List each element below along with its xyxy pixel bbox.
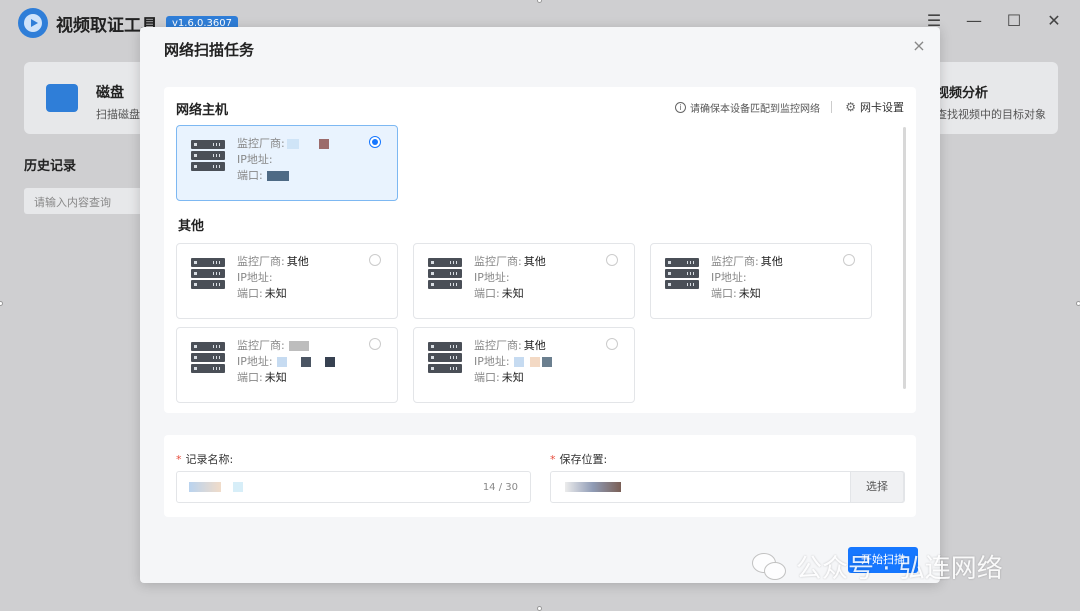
host-card[interactable]: 监控厂商: IP地址: 端口: xyxy=(176,125,398,201)
disk-card-subtitle: 扫描磁盘 xyxy=(96,108,140,121)
close-window-icon[interactable]: ✕ xyxy=(1046,11,1062,30)
watermark-text: 公众号 · 弘连网络 xyxy=(796,554,1003,584)
dialog-title: 网络扫描任务 xyxy=(164,41,255,59)
server-icon xyxy=(191,342,225,374)
server-icon xyxy=(428,258,462,290)
video-analysis-subtitle: 查找视频中的目标对象 xyxy=(936,108,1046,121)
info-icon: i xyxy=(675,102,686,113)
vendor-label: 监控厂商: xyxy=(237,339,285,352)
host-card-radio[interactable] xyxy=(369,136,381,148)
port-label: 端口: xyxy=(237,169,263,182)
ip-label: IP地址: xyxy=(237,153,273,166)
gear-icon: ⚙ xyxy=(845,100,856,114)
history-title: 历史记录 xyxy=(24,159,77,174)
port-label: 端口: xyxy=(237,287,263,300)
close-icon[interactable]: × xyxy=(910,37,928,55)
port-value: 未知 xyxy=(738,287,761,300)
other-section-title: 其他 xyxy=(178,219,205,234)
server-icon xyxy=(191,140,225,172)
port-label: 端口: xyxy=(474,287,500,300)
port-value: 未知 xyxy=(501,287,524,300)
vendor-label: 监控厂商: xyxy=(711,255,759,268)
video-analysis-title: 视频分析 xyxy=(936,86,989,101)
vendor-value: 其他 xyxy=(523,339,546,352)
save-location-input[interactable]: 选择 xyxy=(550,471,905,503)
device-card[interactable]: 监控厂商: 其他 IP地址: 端口: 未知 xyxy=(650,243,872,319)
network-scan-dialog: 网络扫描任务 × 网络主机 i 请确保本设备匹配到监控网络 ⚙ 网卡设置 监控厂… xyxy=(140,27,940,583)
vendor-label: 监控厂商: xyxy=(237,137,285,150)
vendor-value: 其他 xyxy=(523,255,546,268)
device-card-radio[interactable] xyxy=(843,254,855,266)
device-card-radio[interactable] xyxy=(369,338,381,350)
server-icon xyxy=(191,258,225,290)
disk-icon xyxy=(46,84,78,112)
history-search-input[interactable]: 请输入内容查询 xyxy=(24,188,144,214)
vendor-label: 监控厂商: xyxy=(474,339,522,352)
host-card-info: 监控厂商: IP地址: 端口: xyxy=(237,136,329,184)
device-card[interactable]: 监控厂商: 其他 IP地址: 端口: 未知 xyxy=(176,243,398,319)
record-name-label: * 记录名称: xyxy=(176,453,234,466)
vendor-label: 监控厂商: xyxy=(474,255,522,268)
port-value: 未知 xyxy=(264,287,287,300)
network-hint-text: 请确保本设备匹配到监控网络 xyxy=(690,104,820,115)
port-label: 端口: xyxy=(474,371,500,384)
save-location-label: * 保存位置: xyxy=(550,453,608,466)
choose-location-button[interactable]: 选择 xyxy=(850,471,904,503)
port-label: 端口: xyxy=(711,287,737,300)
watermark: 公众号 · 弘连网络 xyxy=(752,548,1003,585)
ip-label: IP地址: xyxy=(237,355,273,368)
nic-settings-label: 网卡设置 xyxy=(860,101,904,114)
disk-card-title: 磁盘 xyxy=(96,85,124,101)
device-card-radio[interactable] xyxy=(606,254,618,266)
ip-label: IP地址: xyxy=(711,271,747,284)
divider xyxy=(831,101,832,113)
record-name-input[interactable]: 14 / 30 xyxy=(176,471,531,503)
device-list-scrollbar[interactable] xyxy=(903,127,906,389)
window-controls: ☰ — ☐ ✕ xyxy=(926,11,1062,30)
server-icon xyxy=(428,342,462,374)
record-form: * 记录名称: 14 / 30 * 保存位置: 选择 xyxy=(164,435,916,517)
ip-label: IP地址: xyxy=(474,355,510,368)
device-card-radio[interactable] xyxy=(606,338,618,350)
vendor-value: 其他 xyxy=(286,255,309,268)
ip-label: IP地址: xyxy=(474,271,510,284)
device-card[interactable]: 监控厂商: 其他 IP地址: 端口: 未知 xyxy=(413,327,635,403)
app-logo-icon xyxy=(18,8,48,38)
network-hint: i 请确保本设备匹配到监控网络 xyxy=(675,100,820,115)
resize-handle[interactable] xyxy=(1076,301,1080,306)
nic-settings-button[interactable]: ⚙ 网卡设置 xyxy=(845,99,904,115)
port-label: 端口: xyxy=(237,371,263,384)
resize-handle[interactable] xyxy=(537,606,542,611)
host-section-title: 网络主机 xyxy=(176,103,229,118)
ip-label: IP地址: xyxy=(237,271,273,284)
maximize-icon[interactable]: ☐ xyxy=(1006,11,1022,30)
record-name-counter: 14 / 30 xyxy=(482,482,518,493)
port-value: 未知 xyxy=(501,371,524,384)
device-card-radio[interactable] xyxy=(369,254,381,266)
vendor-label: 监控厂商: xyxy=(237,255,285,268)
host-panel: 网络主机 i 请确保本设备匹配到监控网络 ⚙ 网卡设置 监控厂商: IP地址: … xyxy=(164,87,916,413)
minimize-icon[interactable]: — xyxy=(966,11,982,30)
wechat-icon xyxy=(752,552,786,581)
device-card[interactable]: 监控厂商: 其他 IP地址: 端口: 未知 xyxy=(413,243,635,319)
port-value: 未知 xyxy=(264,371,287,384)
menu-icon[interactable]: ☰ xyxy=(926,11,942,30)
device-card[interactable]: 监控厂商: IP地址: 端口: 未知 xyxy=(176,327,398,403)
resize-handle[interactable] xyxy=(0,301,3,306)
server-icon xyxy=(665,258,699,290)
vendor-value: 其他 xyxy=(760,255,783,268)
